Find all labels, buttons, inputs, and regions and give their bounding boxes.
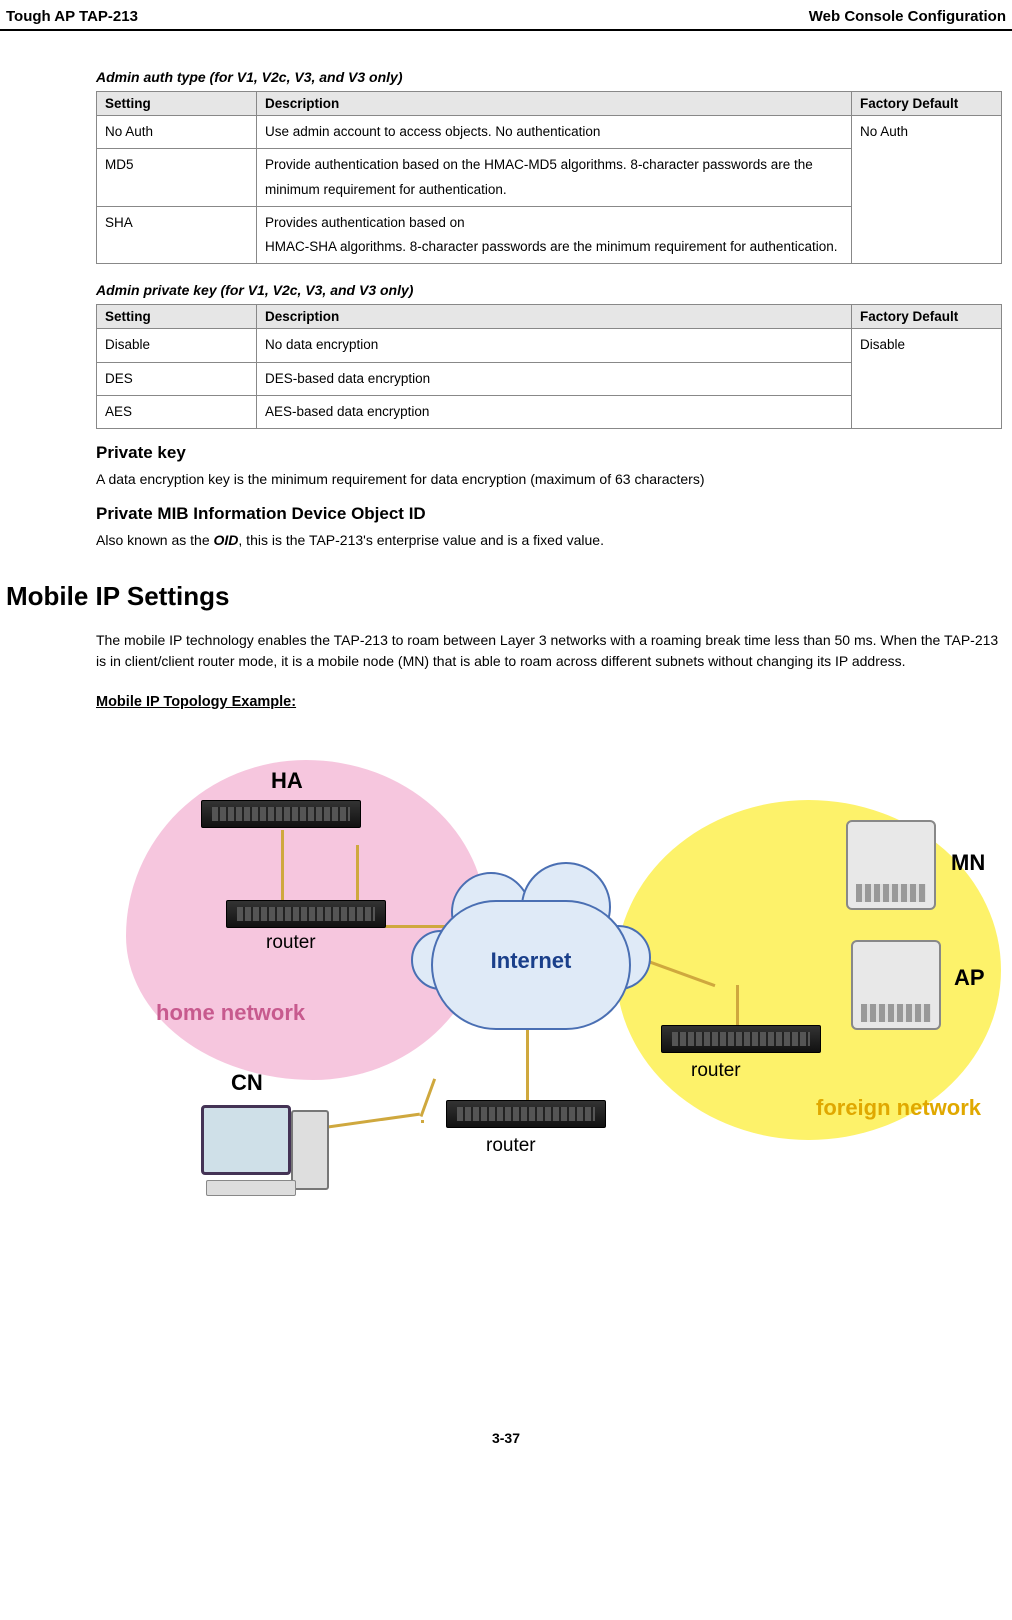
home-network-label: home network xyxy=(156,1000,305,1026)
cell-setting: SHA xyxy=(97,206,257,264)
header-left: Tough AP TAP-213 xyxy=(6,8,138,25)
th-description: Description xyxy=(257,92,852,116)
cell-desc: Provides authentication based on HMAC-SH… xyxy=(257,206,852,264)
mib-text-post: , this is the TAP-213's enterprise value… xyxy=(238,532,604,548)
link-line xyxy=(736,985,739,1025)
th-factory-default: Factory Default xyxy=(852,305,1002,329)
ap-label: AP xyxy=(954,965,985,991)
mib-paragraph: Also known as the OID, this is the TAP-2… xyxy=(96,530,1012,551)
router-device-icon xyxy=(446,1100,606,1128)
cell-default: No Auth xyxy=(852,116,1002,264)
cell-desc: DES-based data encryption xyxy=(257,362,852,395)
cell-setting: No Auth xyxy=(97,116,257,149)
table2-caption: Admin private key (for V1, V2c, V3, and … xyxy=(96,282,1012,298)
keyboard-icon xyxy=(206,1180,296,1196)
router-label: router xyxy=(691,1060,741,1082)
th-description: Description xyxy=(257,305,852,329)
router-device-icon xyxy=(661,1025,821,1053)
ha-label: HA xyxy=(271,768,303,794)
admin-auth-type-table: Setting Description Factory Default No A… xyxy=(96,91,1002,264)
cell-desc: No data encryption xyxy=(257,329,852,362)
th-factory-default: Factory Default xyxy=(852,92,1002,116)
topology-diagram: Internet HA router home ne xyxy=(96,740,1012,1290)
cell-setting: Disable xyxy=(97,329,257,362)
router-device-icon xyxy=(226,900,386,928)
mobile-ip-paragraph: The mobile IP technology enables the TAP… xyxy=(96,630,1012,672)
topology-subheading: Mobile IP Topology Example: xyxy=(96,694,296,710)
cn-label: CN xyxy=(231,1070,263,1096)
mobile-ip-heading: Mobile IP Settings xyxy=(6,581,1012,612)
cell-setting: MD5 xyxy=(97,149,257,207)
router-label: router xyxy=(486,1135,536,1157)
cell-desc: AES-based data encryption xyxy=(257,396,852,429)
ap-device-icon xyxy=(851,940,941,1030)
th-setting: Setting xyxy=(97,92,257,116)
table-row: No Auth Use admin account to access obje… xyxy=(97,116,1002,149)
link-line xyxy=(526,1025,529,1100)
oid-term: OID xyxy=(214,532,239,548)
private-key-paragraph: A data encryption key is the minimum req… xyxy=(96,469,1012,490)
ha-device-icon xyxy=(201,800,361,828)
private-key-heading: Private key xyxy=(96,443,1012,463)
pc-monitor-icon xyxy=(201,1105,291,1175)
th-setting: Setting xyxy=(97,305,257,329)
mn-label: MN xyxy=(951,850,985,876)
admin-private-key-table: Setting Description Factory Default Disa… xyxy=(96,304,1002,429)
mn-device-icon xyxy=(846,820,936,910)
link-line xyxy=(281,830,284,900)
cell-setting: DES xyxy=(97,362,257,395)
mib-text-pre: Also known as the xyxy=(96,532,214,548)
header-right: Web Console Configuration xyxy=(809,8,1006,25)
table-row: Disable No data encryption Disable xyxy=(97,329,1002,362)
internet-cloud: Internet xyxy=(431,900,631,1030)
internet-label: Internet xyxy=(431,948,631,974)
cell-desc: Provide authentication based on the HMAC… xyxy=(257,149,852,207)
table1-caption: Admin auth type (for V1, V2c, V3, and V3… xyxy=(96,69,1012,85)
pc-tower-icon xyxy=(291,1110,329,1190)
cell-setting: AES xyxy=(97,396,257,429)
cell-default: Disable xyxy=(852,329,1002,429)
link-line xyxy=(421,1120,424,1123)
link-line xyxy=(420,1079,436,1118)
cell-desc: Use admin account to access objects. No … xyxy=(257,116,852,149)
mib-heading: Private MIB Information Device Object ID xyxy=(96,504,1012,524)
router-label: router xyxy=(266,932,316,954)
page-number: 3-37 xyxy=(0,1430,1012,1466)
foreign-network-label: foreign network xyxy=(816,1095,981,1121)
page-header: Tough AP TAP-213 Web Console Configurati… xyxy=(0,8,1012,31)
